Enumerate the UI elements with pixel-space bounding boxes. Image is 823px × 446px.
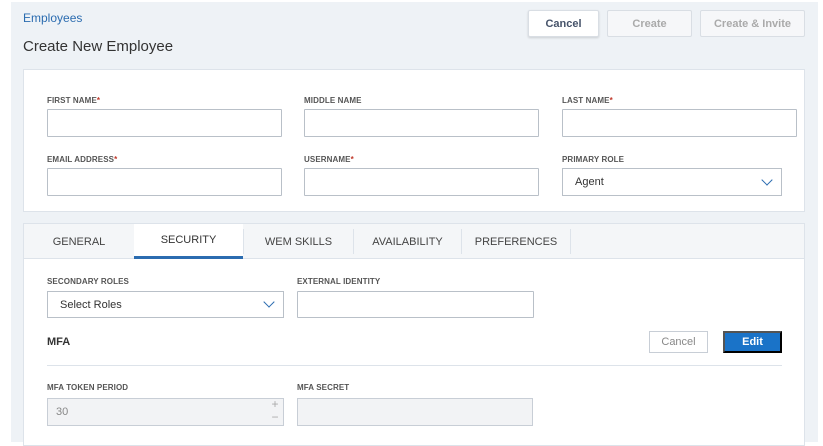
quantity-stepper: + −: [268, 398, 282, 424]
mfa-token-period-value: 30: [56, 406, 69, 418]
middle-name-field[interactable]: [304, 109, 539, 137]
last-name-label: LAST NAME*: [562, 96, 613, 105]
mfa-secret-label: MFA SECRET: [297, 383, 350, 392]
mfa-token-period-field: 30: [47, 398, 284, 426]
employee-details-card: FIRST NAME* MIDDLE NAME LAST NAME* EMAIL…: [23, 69, 805, 212]
secondary-roles-value: Select Roles: [60, 298, 122, 311]
username-field[interactable]: [304, 168, 539, 196]
minus-icon: −: [271, 410, 279, 424]
primary-role-value: Agent: [575, 176, 604, 188]
breadcrumb[interactable]: Employees: [23, 11, 82, 25]
external-identity-label: EXTERNAL IDENTITY: [297, 277, 381, 286]
secondary-roles-select[interactable]: Select Roles: [47, 291, 284, 318]
mfa-cancel-button[interactable]: Cancel: [649, 331, 708, 353]
mfa-token-period-label: MFA TOKEN PERIOD: [47, 383, 129, 392]
email-field[interactable]: [47, 168, 282, 196]
tab-preferences[interactable]: PREFERENCES: [462, 224, 570, 259]
mfa-secret-field: [297, 398, 533, 426]
chevron-down-icon: [761, 174, 773, 186]
tab-divider: [570, 229, 571, 254]
middle-name-label: MIDDLE NAME: [304, 96, 362, 105]
mfa-title: MFA: [47, 336, 71, 348]
security-card: GENERAL SECURITY WEM SKILLS AVAILABILITY…: [23, 223, 805, 446]
first-name-field[interactable]: [47, 109, 282, 137]
tab-bar: GENERAL SECURITY WEM SKILLS AVAILABILITY…: [24, 224, 804, 259]
tab-availability[interactable]: AVAILABILITY: [354, 224, 461, 259]
primary-role-label: PRIMARY ROLE: [562, 155, 625, 164]
username-label: USERNAME*: [304, 155, 354, 164]
email-label: EMAIL ADDRESS*: [47, 155, 118, 164]
mfa-edit-button[interactable]: Edit: [723, 331, 782, 353]
create-button[interactable]: Create: [607, 10, 692, 37]
tab-wem-skills[interactable]: WEM SKILLS: [244, 224, 353, 259]
chevron-down-icon: [263, 296, 275, 308]
last-name-field[interactable]: [562, 109, 797, 137]
create-invite-button[interactable]: Create & Invite: [700, 10, 805, 37]
external-identity-field[interactable]: [297, 291, 534, 318]
cancel-button[interactable]: Cancel: [528, 10, 599, 37]
tab-general[interactable]: GENERAL: [24, 224, 134, 259]
page-title: Create New Employee: [23, 38, 174, 55]
first-name-label: FIRST NAME*: [47, 96, 101, 105]
primary-role-select[interactable]: Agent: [562, 168, 782, 196]
secondary-roles-label: SECONDARY ROLES: [47, 277, 129, 286]
section-divider: [47, 365, 782, 366]
tab-security[interactable]: SECURITY: [134, 224, 243, 259]
